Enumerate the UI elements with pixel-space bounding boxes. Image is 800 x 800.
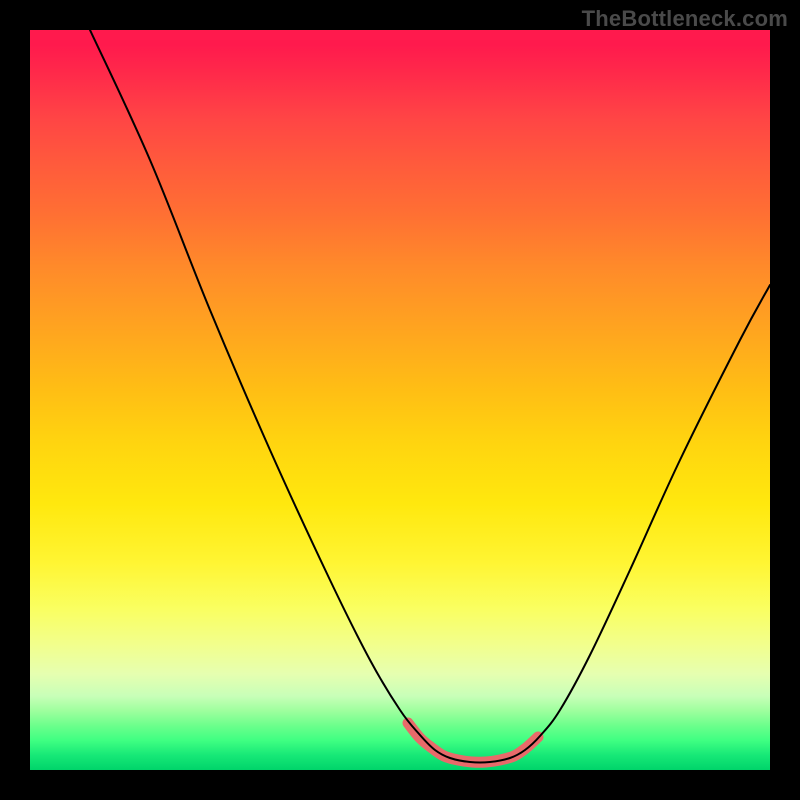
plot-area: [30, 30, 770, 770]
bottleneck-curve-path: [90, 30, 770, 763]
curve-layer: [30, 30, 770, 770]
watermark-text: TheBottleneck.com: [582, 6, 788, 32]
chart-frame: TheBottleneck.com: [0, 0, 800, 800]
